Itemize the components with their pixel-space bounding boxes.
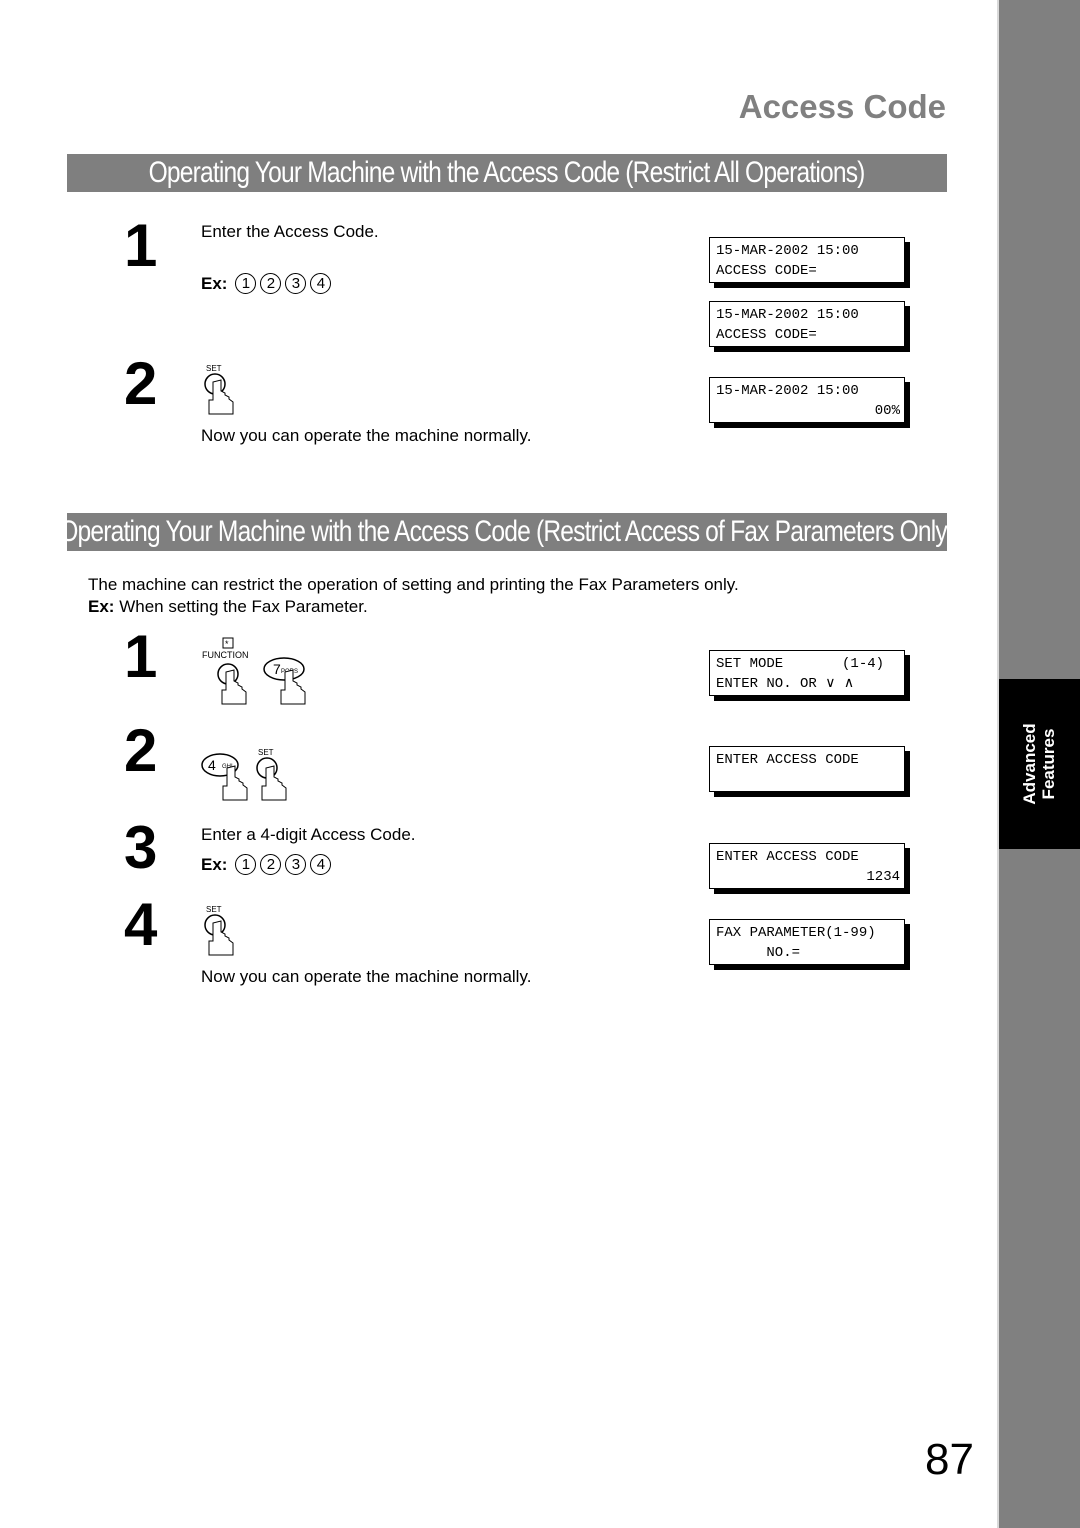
section-heading: Access Code xyxy=(738,88,946,125)
lcd-display: SET MODE (1-4) ENTER NO. OR ∨ ∧ xyxy=(709,650,905,696)
step-number: 3 xyxy=(124,814,158,881)
section2-banner: Operating Your Machine with the Access C… xyxy=(59,513,955,551)
lcd-display: 15-MAR-2002 15:00 ACCESS CODE= xyxy=(709,301,905,347)
lcd-line: 00% xyxy=(874,403,900,419)
step-text: Now you can operate the machine normally… xyxy=(201,426,532,445)
key-4[interactable]: 4 xyxy=(310,854,332,875)
page-number: 87 xyxy=(925,1435,974,1484)
section2-title: Operating Your Machine with the Access C… xyxy=(59,515,955,548)
ex-label: Ex: xyxy=(201,273,228,293)
svg-text:SET: SET xyxy=(206,364,222,373)
ex-label: Ex: xyxy=(88,597,115,616)
lcd-line: 15-MAR-2002 15:00 xyxy=(716,307,859,323)
key-2[interactable]: 2 xyxy=(260,854,282,875)
svg-text:*: * xyxy=(225,639,229,649)
section1-banner: Operating Your Machine with the Access C… xyxy=(67,154,947,192)
lcd-line: ENTER ACCESS CODE xyxy=(716,849,859,865)
lcd-line: ACCESS CODE= xyxy=(716,263,817,279)
example-text: Ex: When setting the Fax Parameter. xyxy=(88,597,368,617)
step-number: 2 xyxy=(124,717,158,784)
ex-description: When setting the Fax Parameter. xyxy=(119,597,368,616)
key-3[interactable]: 3 xyxy=(285,854,307,875)
section1-title: Operating Your Machine with the Access C… xyxy=(149,156,866,189)
lcd-line: 15-MAR-2002 15:00 xyxy=(716,243,859,259)
tab-line-1: Advanced xyxy=(1020,723,1039,805)
svg-text:SET: SET xyxy=(206,905,222,914)
lcd-line: SET MODE (1-4) xyxy=(716,656,885,672)
lcd-display: ENTER ACCESS CODE xyxy=(709,746,905,792)
step-text: Enter the Access Code. xyxy=(201,222,379,241)
step-text: Enter a 4-digit Access Code. xyxy=(201,825,416,844)
step-number: 1 xyxy=(124,212,158,279)
chapter-tab-label: Advanced Features xyxy=(1020,723,1058,804)
key-2[interactable]: 2 xyxy=(260,273,282,294)
svg-text:SET: SET xyxy=(258,748,274,757)
lcd-display: 15-MAR-2002 15:00 00% xyxy=(709,377,905,423)
tab-line-2: Features xyxy=(1039,728,1058,800)
lcd-line: ENTER NO. OR ∨ ∧ xyxy=(716,676,855,692)
step-number: 1 xyxy=(124,623,158,690)
key-1[interactable]: 1 xyxy=(235,273,257,294)
example-keys: Ex: 1 2 3 4 xyxy=(201,273,332,294)
ex-label: Ex: xyxy=(201,854,228,874)
step-text: Now you can operate the machine normally… xyxy=(201,967,532,986)
svg-text:FUNCTION: FUNCTION xyxy=(202,650,249,660)
lcd-line: FAX PARAMETER(1-99) xyxy=(716,925,876,941)
lcd-line: 1234 xyxy=(866,869,900,885)
lcd-line: 15-MAR-2002 15:00 xyxy=(716,383,859,399)
svg-text:7: 7 xyxy=(273,661,281,677)
step-number: 2 xyxy=(124,350,158,417)
set-key-icon[interactable]: SET xyxy=(200,362,240,420)
function-7-keys-icon[interactable]: * FUNCTION 7PQRS xyxy=(200,636,310,708)
lcd-display: FAX PARAMETER(1-99) NO.= xyxy=(709,919,905,965)
set-key-icon[interactable]: SET xyxy=(200,903,240,961)
key-1[interactable]: 1 xyxy=(235,854,257,875)
key-3[interactable]: 3 xyxy=(285,273,307,294)
intro-text: The machine can restrict the operation o… xyxy=(88,575,739,594)
lcd-display: 15-MAR-2002 15:00 ACCESS CODE= xyxy=(709,237,905,283)
svg-text:4: 4 xyxy=(208,757,216,773)
example-keys: Ex: 1 2 3 4 xyxy=(201,854,332,875)
lcd-line: NO.= xyxy=(716,945,801,961)
lcd-display: ENTER ACCESS CODE 1234 xyxy=(709,843,905,889)
lcd-line: ENTER ACCESS CODE xyxy=(716,752,859,768)
chapter-tab[interactable]: Advanced Features xyxy=(999,679,1080,849)
key-4[interactable]: 4 xyxy=(310,273,332,294)
lcd-line: ACCESS CODE= xyxy=(716,327,817,343)
step-number: 4 xyxy=(124,891,158,958)
4-set-keys-icon[interactable]: 4 GHI SET xyxy=(200,746,300,802)
